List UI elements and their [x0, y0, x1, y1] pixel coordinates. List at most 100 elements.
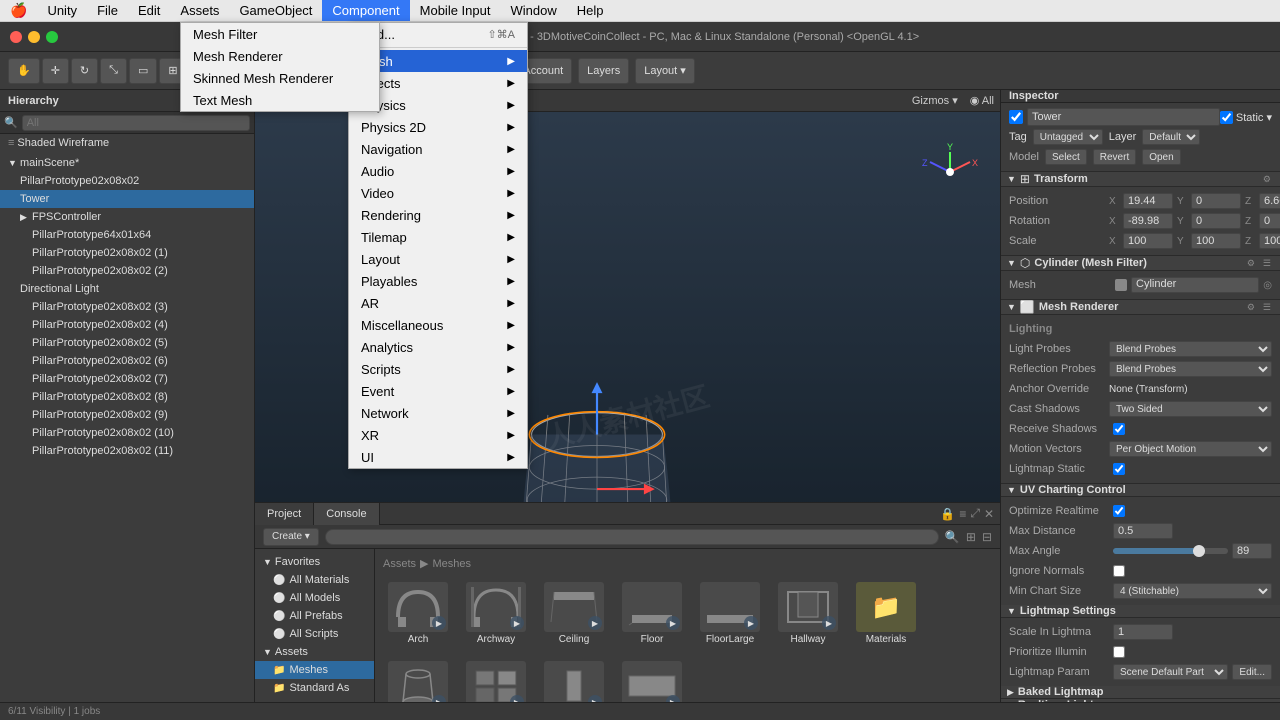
close-panel-icon[interactable]: ✕ [984, 507, 994, 521]
uv-charting-header[interactable]: ▼ UV Charting Control [1001, 484, 1280, 497]
breadcrumb-meshes[interactable]: Meshes [432, 558, 471, 570]
scale-z-input[interactable] [1259, 233, 1280, 249]
mac-menu-edit[interactable]: Edit [128, 0, 170, 21]
cast-shadows-select[interactable]: Two Sided [1109, 401, 1272, 417]
asset-walllong[interactable]: ▶ WallLong [617, 657, 687, 702]
rot-x-input[interactable] [1123, 213, 1173, 229]
menu-network[interactable]: Network ▶ [349, 402, 527, 424]
layers-button[interactable]: Layers [578, 58, 629, 84]
menu-audio[interactable]: Audio ▶ [349, 160, 527, 182]
max-distance-input[interactable] [1113, 523, 1173, 539]
layout-button[interactable]: Layout ▾ [635, 58, 695, 84]
max-angle-slider-thumb[interactable] [1193, 545, 1205, 557]
pos-x-input[interactable] [1123, 193, 1173, 209]
scale-x-input[interactable] [1123, 233, 1173, 249]
hierarchy-item-floor[interactable]: PillarPrototype64x01x64 [0, 226, 254, 244]
mesh-filter-settings-icon[interactable]: ⚙ [1244, 258, 1258, 269]
static-checkbox[interactable] [1220, 111, 1233, 124]
hierarchy-item-dirlight[interactable]: Directional Light [0, 280, 254, 298]
hierarchy-item-pillar3[interactable]: PillarPrototype02x08x02 (3) [0, 298, 254, 316]
max-angle-input[interactable] [1232, 543, 1272, 559]
mesh-filter-overflow-icon[interactable]: ☰ [1260, 258, 1274, 269]
mac-menu-mobile[interactable]: Mobile Input [410, 0, 501, 21]
hierarchy-item-main-scene[interactable]: ▼ mainScene* [0, 154, 254, 172]
sort-icon[interactable]: ⊟ [982, 530, 992, 544]
lightmap-param-select[interactable]: Scene Default Part [1113, 664, 1228, 680]
revert-button[interactable]: Revert [1093, 149, 1136, 165]
asset-materials[interactable]: 📁 Materials [851, 578, 921, 649]
apple-icon[interactable]: 🍎 [10, 2, 27, 19]
panel-menu-icon[interactable]: ≡ [959, 507, 966, 521]
asset-tower[interactable]: ▶ Tower [383, 657, 453, 702]
mesh-select-icon[interactable]: ◎ [1263, 280, 1272, 291]
rect-tool[interactable]: ▭ [129, 58, 157, 84]
receive-shadows-checkbox[interactable] [1113, 423, 1125, 435]
scale-tool[interactable]: ⤡ [100, 58, 127, 84]
object-active-checkbox[interactable] [1009, 110, 1023, 124]
submenu-mesh-renderer[interactable]: Mesh Renderer [181, 45, 379, 67]
sidebar-standard-assets[interactable]: 📁Standard As [255, 679, 374, 697]
transform-settings-icon[interactable]: ⚙ [1260, 174, 1274, 185]
asset-arch[interactable]: ▶ Arch [383, 578, 453, 649]
hierarchy-item-pillar[interactable]: PillarPrototype02x08x02 [0, 172, 254, 190]
light-probes-select[interactable]: Blend Probes [1109, 341, 1272, 357]
menu-ui[interactable]: UI ▶ [349, 446, 527, 468]
scale-lightmap-input[interactable] [1113, 624, 1173, 640]
object-name-field[interactable] [1027, 108, 1220, 126]
lightmap-static-checkbox[interactable] [1113, 463, 1125, 475]
select-button[interactable]: Select [1045, 149, 1087, 165]
prioritize-illumin-checkbox[interactable] [1113, 646, 1125, 658]
maximize-button[interactable] [46, 31, 58, 43]
mac-menu-help[interactable]: Help [567, 0, 614, 21]
menu-navigation[interactable]: Navigation ▶ [349, 138, 527, 160]
menu-miscellaneous[interactable]: Miscellaneous ▶ [349, 314, 527, 336]
submenu-text-mesh[interactable]: Text Mesh [181, 89, 379, 111]
asset-hallway[interactable]: ▶ Hallway [773, 578, 843, 649]
asset-ceiling[interactable]: ▶ Ceiling [539, 578, 609, 649]
filter-icon[interactable]: ⊞ [966, 530, 976, 544]
asset-archway[interactable]: ▶ Archway [461, 578, 531, 649]
menu-playables[interactable]: Playables ▶ [349, 270, 527, 292]
open-button[interactable]: Open [1142, 149, 1180, 165]
asset-floor[interactable]: ▶ Floor [617, 578, 687, 649]
menu-analytics[interactable]: Analytics ▶ [349, 336, 527, 358]
hierarchy-item-pillar11[interactable]: PillarPrototype02x08x02 (11) [0, 442, 254, 460]
menu-layout[interactable]: Layout ▶ [349, 248, 527, 270]
menu-ar[interactable]: AR ▶ [349, 292, 527, 314]
mac-menu-file[interactable]: File [87, 0, 128, 21]
baked-lightmap-header[interactable]: ▶ Baked Lightmap [1001, 686, 1280, 699]
menu-xr[interactable]: XR ▶ [349, 424, 527, 446]
menu-scripts[interactable]: Scripts ▶ [349, 358, 527, 380]
lightmap-param-edit-button[interactable]: Edit... [1232, 664, 1272, 680]
hierarchy-item-pillar6[interactable]: PillarPrototype02x08x02 (6) [0, 352, 254, 370]
asset-search-input[interactable] [325, 529, 939, 545]
hierarchy-item-pillar4[interactable]: PillarPrototype02x08x02 (4) [0, 316, 254, 334]
scale-y-input[interactable] [1191, 233, 1241, 249]
sidebar-all-materials[interactable]: ⚪All Materials [255, 571, 374, 589]
hierarchy-search-input[interactable] [22, 115, 250, 131]
gizmos-button[interactable]: Gizmos ▾ [912, 94, 958, 107]
sidebar-meshes[interactable]: 📁Meshes [255, 661, 374, 679]
hierarchy-item-pillar8[interactable]: PillarPrototype02x08x02 (8) [0, 388, 254, 406]
menu-rendering[interactable]: Rendering ▶ [349, 204, 527, 226]
mac-menu-gameobject[interactable]: GameObject [229, 0, 322, 21]
console-tab[interactable]: Console [314, 503, 379, 525]
mac-menu-unity[interactable]: Unity [37, 0, 87, 21]
tag-select[interactable]: Untagged [1033, 129, 1103, 145]
mesh-renderer-overflow-icon[interactable]: ☰ [1260, 302, 1274, 313]
hierarchy-item-pillar5[interactable]: PillarPrototype02x08x02 (5) [0, 334, 254, 352]
create-button[interactable]: Create ▾ [263, 528, 319, 546]
search-go-icon[interactable]: 🔍 [945, 530, 960, 544]
mesh-submenu[interactable]: Mesh Filter Mesh Renderer Skinned Mesh R… [180, 22, 380, 112]
asset-floorlarge[interactable]: ▶ FloorLarge [695, 578, 765, 649]
pos-z-input[interactable] [1259, 193, 1280, 209]
mac-menu-component[interactable]: Component [322, 0, 409, 21]
menu-tilemap[interactable]: Tilemap ▶ [349, 226, 527, 248]
sidebar-all-prefabs[interactable]: ⚪All Prefabs [255, 607, 374, 625]
mac-menu-assets[interactable]: Assets [170, 0, 229, 21]
maximize-panel-icon[interactable]: ⤢ [970, 506, 980, 521]
reflection-probes-select[interactable]: Blend Probes [1109, 361, 1272, 377]
hierarchy-item-pillar7[interactable]: PillarPrototype02x08x02 (7) [0, 370, 254, 388]
hierarchy-item-tower[interactable]: Tower [0, 190, 254, 208]
optimize-realtime-checkbox[interactable] [1113, 505, 1125, 517]
